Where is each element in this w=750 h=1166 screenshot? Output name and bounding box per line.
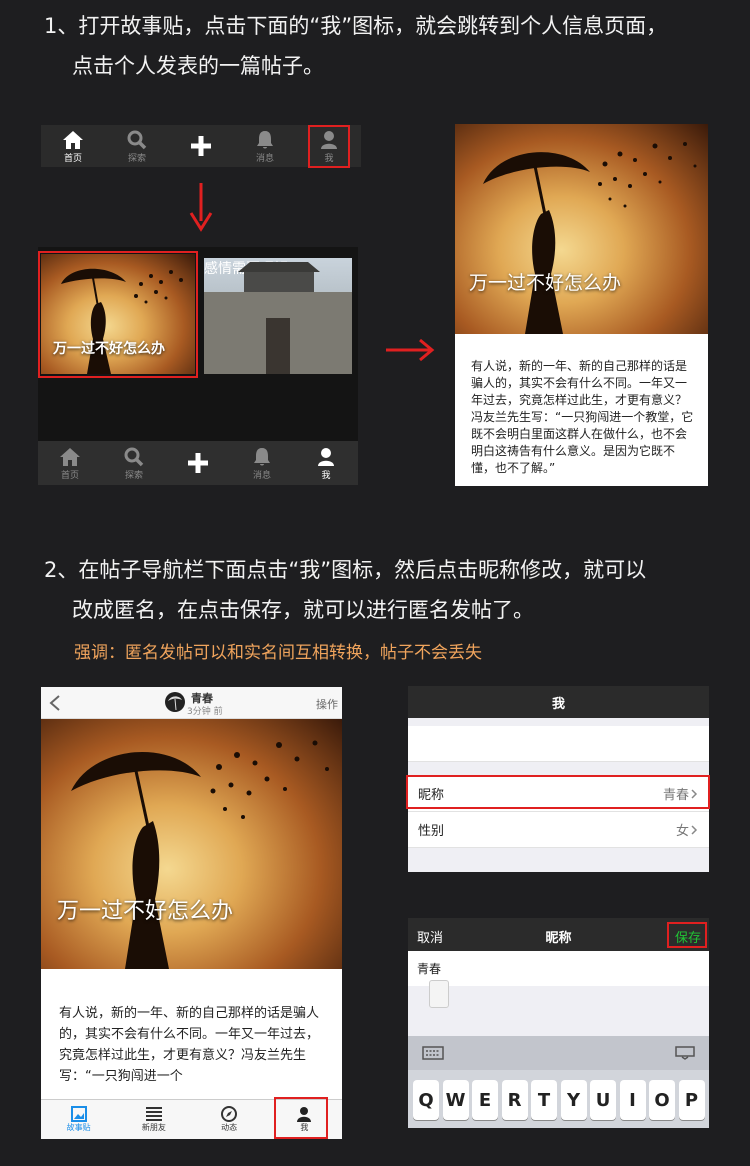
bell-icon [253,446,271,468]
highlight-post1 [38,251,198,378]
tab-home-label: 首页 [63,153,82,164]
picture-icon [70,1106,87,1122]
text-cursor-handle[interactable] [429,980,449,1008]
post-article: 有人说，新的一年、新的自己那样的话是骗人的，其实不会有什么不同。一年又一年过去，… [455,334,708,486]
search-icon [127,129,147,151]
bell-icon [256,129,274,151]
tab-activity[interactable]: 动态 [192,1100,267,1139]
tab-home[interactable]: 首页 [41,125,105,167]
nickname-input-value: 青春 [417,962,442,976]
action-button[interactable]: 操作 [316,696,338,712]
arrow-right-icon [386,338,435,362]
key-w[interactable]: W [442,1080,469,1120]
highlight-me-tab [308,125,350,168]
main-tabbar-2: 首页 探索 消息 我 [38,441,358,485]
compass-icon [221,1106,238,1122]
post-cover-image: 万一过不好怎么办 [455,124,708,334]
key-r[interactable]: R [501,1080,528,1120]
person-icon [317,446,335,468]
key-o[interactable]: O [649,1080,675,1120]
tab-explore-label: 探索 [127,153,146,164]
tab-explore-label: 探索 [124,470,143,481]
tab-home[interactable]: 首页 [38,441,102,485]
step2-line2: 改成匿名，在点击保存，就可以进行匿名发帖了。 [72,598,534,622]
post-caption-large: 万一过不好怎么办 [57,899,234,924]
keyboard-toolbar [408,1036,709,1070]
home-icon [59,446,81,468]
tab-messages[interactable]: 消息 [233,125,297,167]
key-q[interactable]: Q [413,1080,439,1120]
arrow-down-icon [189,183,213,232]
post-time: 3分钟 前 [187,707,223,717]
post-article-large: 有人说，新的一年、新的自己那样的话是骗人的，其实不会有什么不同。一年又一年过去，… [41,969,342,1099]
step1-instruction: 1、打开故事贴，点击下面的“我”图标，就会跳转到个人信息页面， 点击个人发表的一… [44,6,724,86]
tab-explore[interactable]: 探索 [105,125,169,167]
step1-line1: 1、打开故事贴，点击下面的“我”图标，就会跳转到个人信息页面， [44,14,668,38]
post-body-text-large: 有人说，新的一年、新的自己那样的话是骗人的，其实不会有什么不同。一年又一年过去，… [59,1006,320,1084]
tab-add[interactable] [166,441,230,485]
tab-messages-label: 消息 [255,153,274,164]
edit-nickname-title: 昵称 [545,931,572,946]
keyboard: QWERTYUIOP [408,1036,709,1128]
tab-stories[interactable]: 故事贴 [41,1100,116,1139]
keyboard-icon[interactable] [422,1046,444,1060]
key-e[interactable]: E [472,1080,498,1120]
keyboard-hide-icon[interactable] [675,1046,695,1060]
tab-add[interactable] [169,125,233,167]
tab-stories-label: 故事贴 [66,1123,91,1132]
tab-new-friends-label: 新朋友 [141,1123,166,1132]
plus-icon [189,135,213,157]
search-icon [124,446,144,468]
plus-icon [186,452,210,474]
tab-messages[interactable]: 消息 [230,441,294,485]
settings-blank-row [408,726,709,762]
key-u[interactable]: U [590,1080,616,1120]
post-thumbnail-2[interactable]: 感情需要理解 [204,258,352,374]
highlight-me-tab-2 [274,1097,328,1139]
settings-title: 我 [408,686,709,718]
nickname-input[interactable]: 青春 [408,951,709,986]
post-body-text: 有人说，新的一年、新的自己那样的话是骗人的，其实不会有什么不同。一年又一年过去，… [471,359,694,475]
step2-instruction: 2、在帖子导航栏下面点击“我”图标，然后点击昵称修改，就可以 改成匿名，在点击保… [44,550,724,630]
post-cover-image-large: 万一过不好怎么办 [41,719,342,969]
key-i[interactable]: I [619,1080,646,1120]
key-y[interactable]: Y [560,1080,587,1120]
key-t[interactable]: T [531,1080,557,1120]
tab-me[interactable]: 我 [294,441,358,485]
back-chevron-icon[interactable] [49,695,61,711]
tab-home-label: 首页 [60,470,79,481]
gender-row[interactable]: 性别 女 [408,812,709,848]
edit-nickname-bar: 取消 昵称 保存 [408,918,709,951]
list-icon [145,1107,162,1121]
umbrella-silhouette-image [483,142,697,334]
key-p[interactable]: P [678,1080,705,1120]
step2-emphasis: 强调：匿名发帖可以和实名间互相转换，帖子不会丢失 [74,643,482,663]
tab-activity-label: 动态 [221,1123,238,1132]
umbrella-silhouette-image [71,740,329,969]
post-caption: 万一过不好怎么办 [469,272,622,294]
step2-line1: 2、在帖子导航栏下面点击“我”图标，然后点击昵称修改，就可以 [44,558,647,582]
step1-line2: 点击个人发表的一篇帖子。 [72,54,324,78]
chevron-right-icon [691,824,698,835]
post-detail-header: 青春 3分钟 前 操作 [41,687,342,719]
highlight-nickname-row [406,775,710,809]
gender-value: 女 [675,824,689,839]
home-icon [62,129,84,151]
gender-label: 性别 [418,824,445,839]
tab-new-friends[interactable]: 新朋友 [116,1100,191,1139]
avatar[interactable] [165,692,185,712]
tab-me-label: 我 [321,470,331,481]
tab-messages-label: 消息 [252,470,271,481]
highlight-save-button [667,922,707,948]
tab-explore[interactable]: 探索 [102,441,166,485]
city-wall-image [204,262,352,374]
